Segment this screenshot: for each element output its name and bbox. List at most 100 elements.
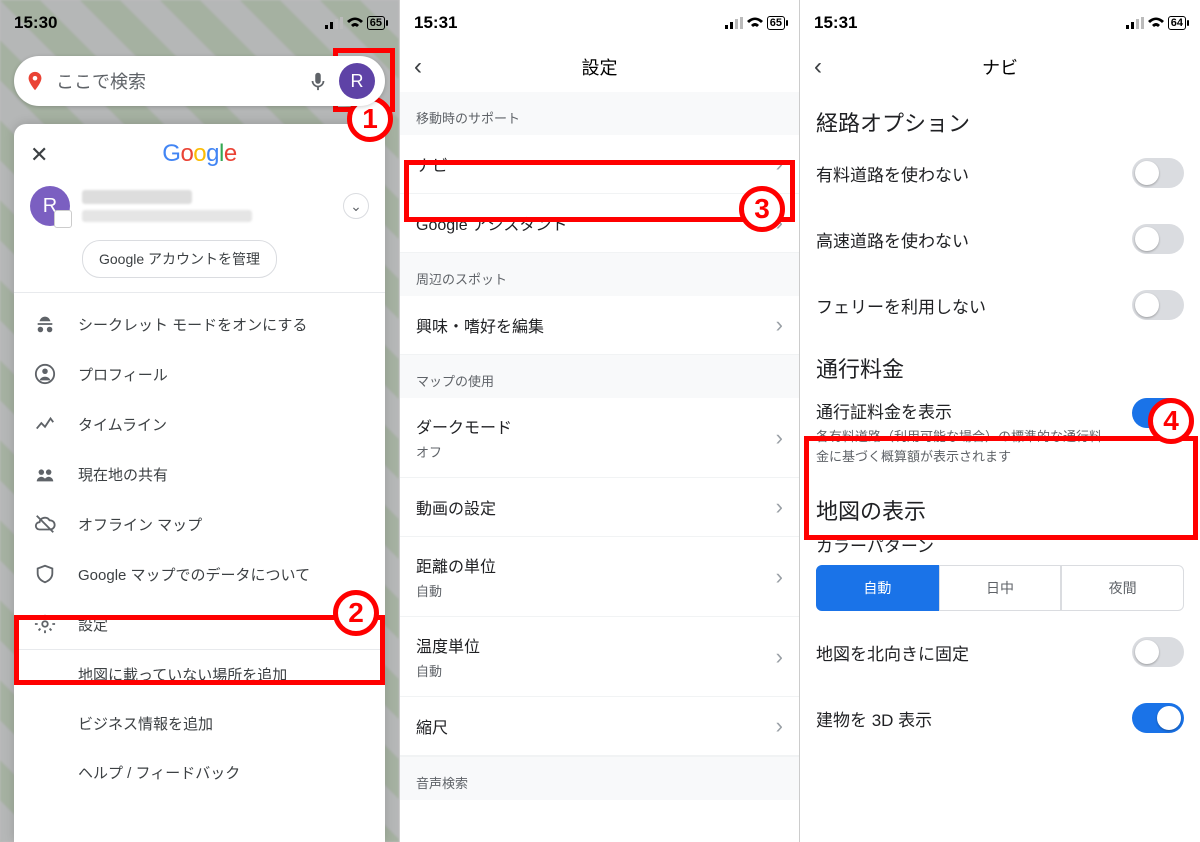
shield-icon (34, 563, 56, 585)
row-show-toll-prices[interactable]: 通行証料金を表示 各有料道路（利用可能な場合）の標準的な通行料金に基づく概算額が… (800, 386, 1200, 480)
row-label: 距離の単位 (416, 553, 776, 577)
status-right: 65 (725, 16, 785, 30)
color-pattern-label: カラーパターン (800, 528, 1200, 557)
screen-3-navigation: 15:31 64 ‹ ナビ 経路オプション 有料道路を使わない 高速道路を使わな… (800, 0, 1200, 842)
section-nearby: 周辺のスポット (400, 253, 799, 296)
nav-header: ‹ 設定 (400, 42, 799, 92)
row-scale[interactable]: 縮尺 › (400, 697, 799, 756)
status-time: 15:31 (814, 13, 857, 33)
row-label: 興味・嗜好を編集 (416, 313, 544, 337)
account-name-blurred (82, 190, 192, 204)
status-time: 15:30 (14, 13, 57, 33)
row-label: 温度単位 (416, 633, 776, 657)
row-edit-interests[interactable]: 興味・嗜好を編集 › (400, 296, 799, 355)
chevron-right-icon: › (776, 494, 783, 520)
status-bar: 15:31 64 (800, 0, 1200, 42)
menu-profile[interactable]: プロフィール (14, 349, 385, 399)
chevron-right-icon: › (776, 210, 783, 236)
row-avoid-highways[interactable]: 高速道路を使わない (800, 206, 1200, 272)
row-3d-buildings[interactable]: 建物を 3D 表示 (800, 685, 1200, 751)
row-label: 縮尺 (416, 714, 448, 738)
menu-timeline[interactable]: タイムライン (14, 399, 385, 449)
search-bar[interactable]: ここで検索 R (14, 56, 385, 106)
manage-account-button[interactable]: Google アカウントを管理 (82, 240, 277, 278)
menu-help[interactable]: ヘルプ / フィードバック (14, 748, 385, 797)
menu-item-label: オフライン マップ (78, 514, 202, 535)
sheet-header: ✕ Google (14, 140, 385, 180)
row-label: フェリーを利用しない (816, 293, 986, 318)
incognito-icon (34, 313, 56, 335)
toggle-off[interactable] (1132, 637, 1184, 667)
toggle-off[interactable] (1132, 290, 1184, 320)
menu-item-label: シークレット モードをオンにする (78, 314, 307, 335)
status-right: 64 (1126, 16, 1186, 30)
menu-incognito[interactable]: シークレット モードをオンにする (14, 299, 385, 349)
menu-offline-maps[interactable]: オフライン マップ (14, 499, 385, 549)
timeline-icon (34, 413, 56, 435)
row-sublabel: 自動 (416, 661, 776, 680)
chevron-right-icon: › (776, 564, 783, 590)
row-label: 通行証料金を表示 (816, 398, 1106, 423)
row-assistant[interactable]: Google アシスタント › (400, 194, 799, 253)
seg-auto[interactable]: 自動 (816, 565, 939, 611)
google-logo: Google (162, 140, 236, 168)
share-location-icon (34, 463, 56, 485)
seg-night[interactable]: 夜間 (1061, 565, 1184, 611)
menu-item-label: プロフィール (78, 364, 168, 385)
toggle-on[interactable] (1132, 398, 1184, 428)
screen-1-account-menu: 15:30 65 ここで検索 R ✕ Google R ⌄ Goo (0, 0, 400, 842)
wifi-icon (1147, 17, 1165, 29)
row-dark-mode[interactable]: ダークモード オフ › (400, 398, 799, 478)
section-getting-around: 移動時のサポート (400, 92, 799, 135)
row-navigation[interactable]: ナビ › (400, 135, 799, 194)
cloud-off-icon (34, 513, 56, 535)
row-distance-units[interactable]: 距離の単位 自動 › (400, 537, 799, 617)
page-title: 設定 (582, 54, 618, 80)
back-icon[interactable]: ‹ (414, 53, 422, 81)
close-icon[interactable]: ✕ (30, 142, 48, 168)
status-bar: 15:31 65 (400, 0, 799, 42)
menu-item-label: 現在地の共有 (78, 464, 168, 485)
seg-day[interactable]: 日中 (939, 565, 1062, 611)
toggle-off[interactable] (1132, 158, 1184, 188)
chevron-down-icon[interactable]: ⌄ (343, 193, 369, 219)
row-avoid-tolls[interactable]: 有料道路を使わない (800, 140, 1200, 206)
row-label: Google アシスタント (416, 211, 567, 235)
row-temp-units[interactable]: 温度単位 自動 › (400, 617, 799, 697)
row-label: ナビ (416, 152, 448, 176)
section-map-display: 地図の表示 (800, 480, 1200, 528)
row-label: 有料道路を使わない (816, 161, 969, 186)
status-time: 15:31 (414, 13, 457, 33)
menu-your-data[interactable]: Google マップでのデータについて (14, 549, 385, 599)
account-row[interactable]: R ⌄ (14, 180, 385, 236)
row-north-up[interactable]: 地図を北向きに固定 (800, 619, 1200, 685)
menu-item-label: 設定 (78, 614, 108, 635)
menu-share-location[interactable]: 現在地の共有 (14, 449, 385, 499)
battery-icon: 64 (1168, 16, 1186, 30)
menu-add-missing[interactable]: 地図に載っていない場所を追加 (14, 650, 385, 699)
page-title: ナビ (982, 54, 1018, 80)
section-toll: 通行料金 (800, 338, 1200, 386)
row-avoid-ferries[interactable]: フェリーを利用しない (800, 272, 1200, 338)
account-text (82, 190, 331, 222)
section-route-options: 経路オプション (800, 92, 1200, 140)
row-label: 動画の設定 (416, 495, 496, 519)
signal-icon (725, 17, 743, 29)
toggle-on[interactable] (1132, 703, 1184, 733)
row-sublabel: オフ (416, 442, 776, 461)
account-email-blurred (82, 210, 252, 222)
menu-add-business[interactable]: ビジネス情報を追加 (14, 699, 385, 748)
back-icon[interactable]: ‹ (814, 53, 822, 81)
battery-icon: 65 (367, 16, 385, 30)
person-icon (34, 363, 56, 385)
nav-header: ‹ ナビ (800, 42, 1200, 92)
menu-list: シークレット モードをオンにする プロフィール タイムライン 現在地の共有 オフ… (14, 293, 385, 803)
menu-item-label: 地図に載っていない場所を追加 (78, 664, 287, 685)
wifi-icon (746, 17, 764, 29)
row-video-settings[interactable]: 動画の設定 › (400, 478, 799, 537)
profile-avatar-button[interactable]: R (339, 63, 375, 99)
menu-settings[interactable]: 設定 (14, 599, 385, 649)
toggle-off[interactable] (1132, 224, 1184, 254)
mic-icon[interactable] (307, 70, 329, 92)
screen-2-settings: 15:31 65 ‹ 設定 移動時のサポート ナビ › Google アシスタン… (400, 0, 800, 842)
